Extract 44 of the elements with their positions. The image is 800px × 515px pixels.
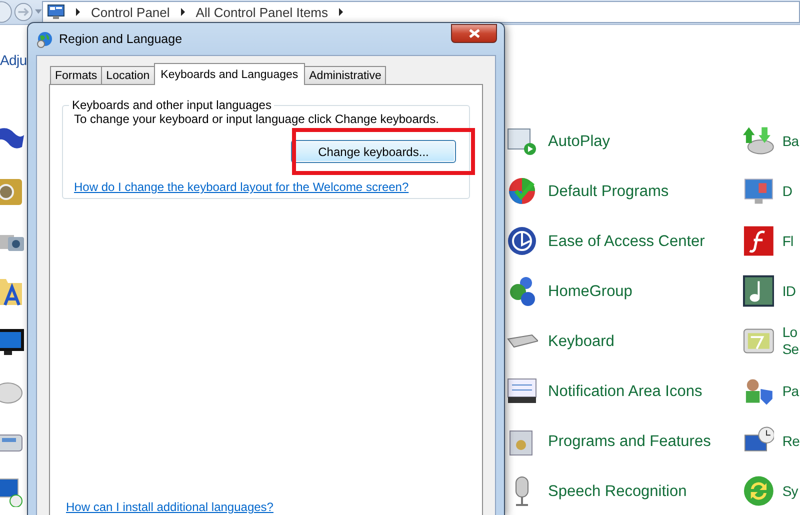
globe-icon (36, 30, 53, 48)
control-panel-item[interactable]: Fl (782, 232, 800, 250)
chevron-icon (75, 8, 81, 16)
control-panel-item[interactable]: HomeGroup (548, 282, 632, 300)
window-title: Region and Language (59, 32, 182, 46)
page-heading: Adju (0, 52, 27, 68)
control-panel-item[interactable]: Notification Area Icons (548, 382, 702, 400)
close-button[interactable] (451, 24, 497, 43)
group-legend: Keyboards and other input languages (69, 98, 274, 112)
checkmark-icon[interactable] (506, 175, 538, 207)
help-link[interactable]: How can I install additional languages? (66, 500, 274, 514)
control-panel-item[interactable]: D (782, 182, 800, 200)
tab[interactable]: Keyboards and Languages (154, 63, 306, 85)
disc-arrows-icon[interactable] (743, 125, 774, 157)
control-panel-item[interactable]: Lo Se (782, 324, 800, 358)
sync-icon[interactable] (743, 475, 774, 507)
control-panel-item[interactable]: Sy (782, 482, 800, 500)
tab[interactable]: Location (101, 66, 155, 84)
help-link[interactable]: How do I change the keyboard layout for the Welcome screen? (74, 180, 409, 194)
control-panel-item[interactable]: ID (782, 282, 800, 300)
control-panel-item[interactable]: Pa (782, 382, 800, 400)
change-keyboards-button[interactable]: Change keyboards... (291, 140, 456, 163)
dropdown-icon (35, 9, 42, 15)
breadcrumb[interactable]: All Control Panel Items (196, 4, 328, 20)
control-panel-item[interactable]: Ease of Access Center (548, 232, 705, 250)
tab[interactable]: Formats (50, 66, 102, 84)
control-panel-item[interactable]: AutoPlay (548, 132, 610, 150)
control-panel-item[interactable]: Speech Recognition (548, 482, 687, 500)
breadcrumb[interactable]: Control Panel (91, 4, 170, 20)
music-note-icon[interactable] (743, 275, 774, 307)
flash-icon[interactable] (743, 225, 774, 257)
instruction-text: To change your keyboard or input language click Change keyboards. (74, 112, 440, 126)
close-icon (468, 29, 480, 38)
accessibility-icon[interactable] (506, 225, 538, 257)
forward-icon (14, 1, 34, 23)
control-panel-item[interactable]: Default Programs (548, 182, 669, 200)
chevron-icon (180, 8, 186, 16)
control-panel-item[interactable]: Keyboard (548, 332, 614, 350)
control-panel-item[interactable]: Programs and Features (548, 432, 711, 450)
chevron-icon (338, 8, 344, 16)
tab[interactable]: Administrative (304, 66, 386, 84)
control-panel-item[interactable]: Ba (782, 132, 800, 150)
control-panel-item[interactable]: Re (782, 432, 800, 450)
control-panel-icon (47, 4, 65, 20)
